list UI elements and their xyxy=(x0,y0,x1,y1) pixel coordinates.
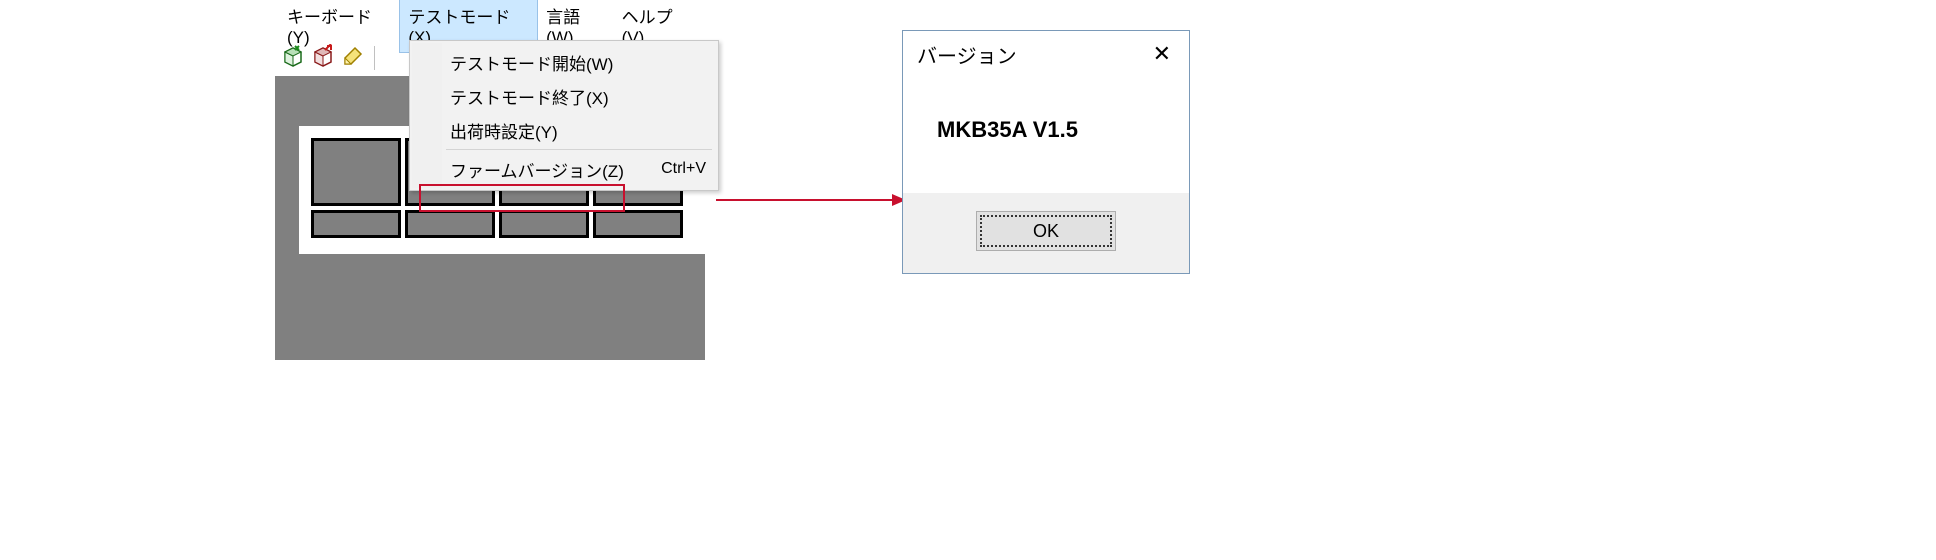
cube-green-icon[interactable] xyxy=(281,44,305,73)
close-icon[interactable]: ✕ xyxy=(1145,37,1179,71)
menu-item-label: テストモード終了(X) xyxy=(450,84,609,109)
key-cell[interactable] xyxy=(311,210,401,238)
menu-item-factory-reset[interactable]: 出荷時設定(Y) xyxy=(412,113,716,147)
ok-button[interactable]: OK xyxy=(976,211,1116,251)
key-cell[interactable] xyxy=(311,138,401,206)
arrow-icon xyxy=(716,190,906,210)
key-cell[interactable] xyxy=(405,210,495,238)
dialog-titlebar: バージョン ✕ xyxy=(903,31,1189,77)
menu-item-firmware-version[interactable]: ファームバージョン(Z) Ctrl+V xyxy=(412,152,716,186)
menu-item-label: ファームバージョン(Z) xyxy=(450,157,624,182)
dialog-footer: OK xyxy=(903,193,1189,273)
toolbar-divider xyxy=(374,46,375,70)
menu-item-shortcut: Ctrl+V xyxy=(643,160,706,178)
dialog-message: MKB35A V1.5 xyxy=(903,77,1189,193)
eraser-icon[interactable] xyxy=(341,44,365,73)
menubar: キーボード(Y) テストモード(X) 言語(W) ヘルプ(V) xyxy=(275,10,705,40)
menu-item-label: テストモード開始(W) xyxy=(450,50,613,75)
cube-red-icon[interactable] xyxy=(311,44,335,73)
key-cell[interactable] xyxy=(499,210,589,238)
menu-item-testmode-start[interactable]: テストモード開始(W) xyxy=(412,45,716,79)
menu-item-label: 出荷時設定(Y) xyxy=(450,118,558,143)
testmode-dropdown: テストモード開始(W) テストモード終了(X) 出荷時設定(Y) ファームバージ… xyxy=(409,40,719,191)
version-dialog: バージョン ✕ MKB35A V1.5 OK xyxy=(902,30,1190,274)
menu-item-testmode-end[interactable]: テストモード終了(X) xyxy=(412,79,716,113)
dropdown-divider xyxy=(446,149,712,150)
key-cell[interactable] xyxy=(593,210,683,238)
dialog-title: バージョン xyxy=(917,40,1017,69)
